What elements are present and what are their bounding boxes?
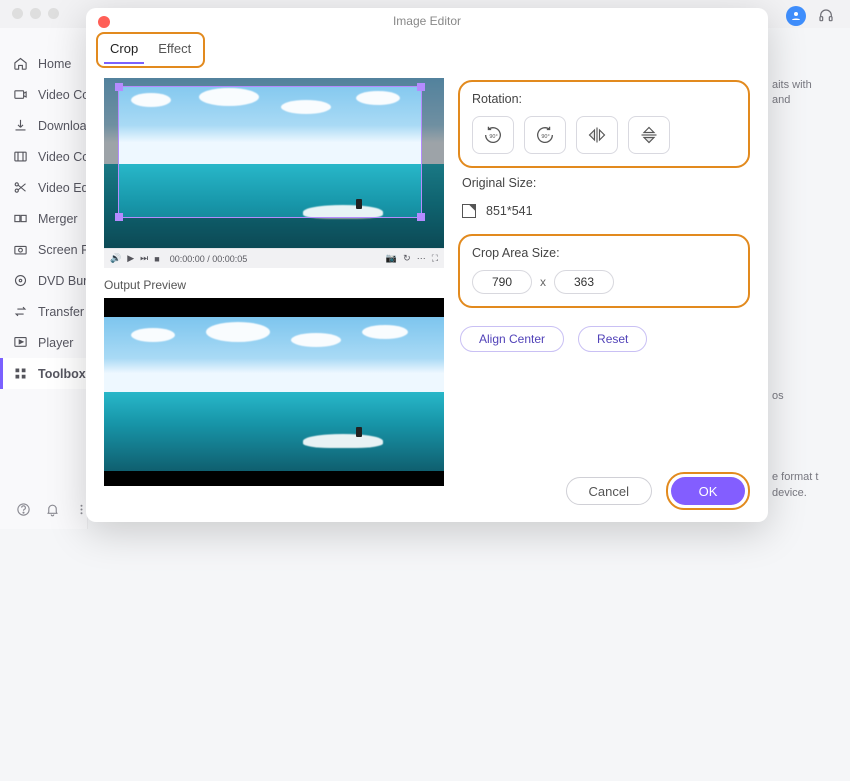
image-editor-dialog: Image Editor Crop Effect <box>86 8 768 522</box>
sidebar-item-player[interactable]: Player <box>0 327 87 358</box>
cancel-button[interactable]: Cancel <box>566 477 652 505</box>
ok-button-highlight: OK <box>666 472 750 510</box>
playback-bar: 🔊 ▶ ⏭ ■ 00:00:00 / 00:00:05 📷 ↻ ⋯ ⛶ <box>104 248 444 268</box>
original-size-label: Original Size: <box>462 176 750 190</box>
tab-effect[interactable]: Effect <box>152 38 197 64</box>
header-right <box>786 6 836 26</box>
sidebar-item-toolbox[interactable]: Toolbox <box>0 358 87 389</box>
sidebar: Home Video Converter Downloader Video Co… <box>0 28 88 529</box>
sidebar-item-merger[interactable]: Merger <box>0 203 87 234</box>
transfer-icon <box>12 304 28 320</box>
output-preview-canvas <box>104 298 444 486</box>
user-avatar-icon[interactable] <box>786 6 806 26</box>
fullscreen-icon[interactable]: ⛶ <box>432 253 438 264</box>
crop-area-label: Crop Area Size: <box>472 246 736 260</box>
crop-width-input[interactable] <box>472 270 532 294</box>
volume-icon[interactable]: 🔊 <box>110 253 121 264</box>
crop-handle-tl[interactable] <box>115 83 123 91</box>
rotation-label: Rotation: <box>472 92 736 106</box>
home-icon <box>12 56 28 72</box>
rotate-cw-90-button[interactable]: 90° <box>524 116 566 154</box>
svg-text:90°: 90° <box>541 134 549 140</box>
sidebar-item-dvd-burner[interactable]: DVD Burner <box>0 265 87 296</box>
crop-height-input[interactable] <box>554 270 614 294</box>
loop-icon[interactable]: ↻ <box>403 253 411 264</box>
playback-time: 00:00:00 / 00:00:05 <box>170 254 248 264</box>
sidebar-item-video-compressor[interactable]: Video Compressor <box>0 141 87 172</box>
background-text-fragments: aits with and os e format t device. <box>772 78 832 781</box>
sidebar-item-video-editor[interactable]: Video Editor <box>0 172 87 203</box>
merger-icon <box>12 211 28 227</box>
sidebar-footer-icons <box>0 502 87 517</box>
camera-icon <box>12 242 28 258</box>
reset-button[interactable]: Reset <box>578 326 647 352</box>
crop-area-group-highlight: Crop Area Size: x <box>458 234 750 308</box>
sidebar-item-video-converter[interactable]: Video Converter <box>0 79 87 110</box>
crop-canvas[interactable]: 🔊 ▶ ⏭ ■ 00:00:00 / 00:00:05 📷 ↻ ⋯ ⛶ <box>104 78 444 268</box>
next-frame-icon[interactable]: ⏭ <box>140 253 148 264</box>
tabs-highlight: Crop Effect <box>96 32 205 68</box>
stop-icon[interactable]: ■ <box>154 254 159 264</box>
crop-handle-br[interactable] <box>417 213 425 221</box>
popout-icon[interactable] <box>462 204 476 218</box>
rotation-group-highlight: Rotation: 90° 90° <box>458 80 750 168</box>
download-icon <box>12 118 28 134</box>
sidebar-item-transfer[interactable]: Transfer <box>0 296 87 327</box>
flip-vertical-button[interactable] <box>628 116 670 154</box>
output-preview-label: Output Preview <box>104 278 444 292</box>
rotate-ccw-90-button[interactable]: 90° <box>472 116 514 154</box>
compressor-icon <box>12 149 28 165</box>
ok-button[interactable]: OK <box>671 477 745 505</box>
video-converter-icon <box>12 87 28 103</box>
disc-icon <box>12 273 28 289</box>
tab-crop[interactable]: Crop <box>104 38 144 64</box>
help-icon[interactable] <box>16 502 31 517</box>
support-headset-icon[interactable] <box>816 6 836 26</box>
right-column: Rotation: 90° 90° Origi <box>458 78 750 522</box>
align-center-button[interactable]: Align Center <box>460 326 564 352</box>
crop-handle-bl[interactable] <box>115 213 123 221</box>
traffic-lights <box>12 8 59 19</box>
play-icon[interactable]: ▶ <box>127 253 134 264</box>
toolbox-icon <box>12 366 28 382</box>
left-column: 🔊 ▶ ⏭ ■ 00:00:00 / 00:00:05 📷 ↻ ⋯ ⛶ Outp… <box>104 78 444 522</box>
crop-selection-rect[interactable] <box>118 86 422 218</box>
flip-horizontal-button[interactable] <box>576 116 618 154</box>
svg-text:90°: 90° <box>489 134 497 140</box>
settings-ellipsis-icon[interactable]: ⋯ <box>417 253 426 264</box>
sidebar-item-screen-recorder[interactable]: Screen Recorder <box>0 234 87 265</box>
snapshot-icon[interactable]: 📷 <box>386 253 397 264</box>
original-size-value: 851*541 <box>486 204 533 218</box>
dialog-footer: Cancel OK <box>566 472 750 510</box>
play-icon <box>12 335 28 351</box>
tab-row: Crop Effect <box>96 32 768 68</box>
sidebar-item-home[interactable]: Home <box>0 48 87 79</box>
scissors-icon <box>12 180 28 196</box>
crop-handle-tr[interactable] <box>417 83 425 91</box>
dialog-title: Image Editor <box>86 14 768 28</box>
sidebar-item-downloader[interactable]: Downloader <box>0 110 87 141</box>
bell-icon[interactable] <box>45 502 60 517</box>
crop-dim-separator: x <box>540 275 546 289</box>
